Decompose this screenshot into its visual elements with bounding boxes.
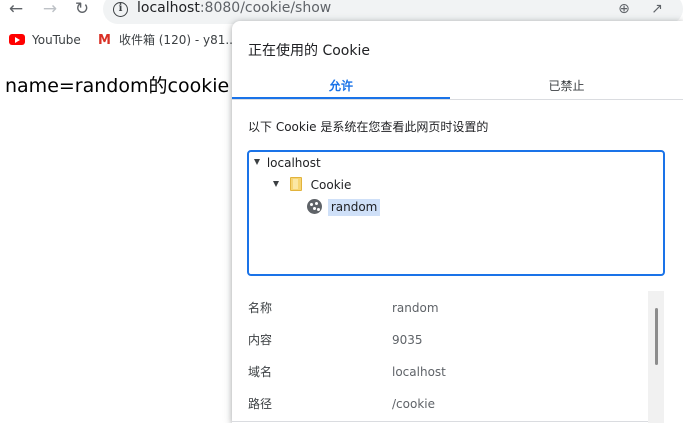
page-body-text: name=random的cookie (5, 75, 230, 97)
detail-key: 名称 (248, 301, 273, 315)
reload-icon[interactable]: ↻ (70, 0, 94, 20)
detail-value: localhost (392, 365, 446, 379)
expand-triangle-icon[interactable] (273, 181, 279, 187)
url-text[interactable]: localhost:8080/cookie/show (137, 0, 331, 16)
url-path: :8080/cookie/show (199, 0, 332, 16)
tab-blocked[interactable]: 已禁止 (450, 77, 683, 99)
expand-triangle-icon[interactable] (254, 159, 260, 165)
folder-icon (289, 177, 302, 191)
detail-value: /cookie (392, 397, 435, 411)
site-info-icon[interactable]: i (113, 2, 128, 17)
tree-node-cookie[interactable]: random (307, 198, 381, 218)
scrollbar-thumb[interactable] (655, 308, 658, 365)
cookies-in-use-dialog: 正在使用的 Cookie 允许 已禁止 以下 Cookie 是系统在您查看此网页… (232, 21, 683, 423)
bookmark-youtube[interactable]: YouTube (9, 32, 81, 50)
back-icon[interactable]: ← (4, 0, 28, 20)
dialog-title: 正在使用的 Cookie (248, 43, 370, 59)
tree-node-folder[interactable]: Cookie (273, 176, 351, 196)
detail-value: 9035 (392, 333, 423, 347)
cookie-tree[interactable]: localhost Cookie random (247, 150, 665, 276)
forward-icon[interactable]: → (38, 0, 62, 20)
cookies-description: 以下 Cookie 是系统在您查看此网页时设置的 (248, 120, 489, 134)
bookmark-label: 收件箱 (120) - y81... (118, 33, 237, 47)
detail-value: random (392, 301, 439, 315)
zoom-icon[interactable]: ⊕ (615, 0, 633, 18)
detail-key: 路径 (248, 397, 273, 411)
selected-cookie-label: random (327, 199, 381, 216)
tab-divider (232, 99, 683, 100)
url-host: localhost (137, 0, 200, 16)
details-divider (232, 421, 648, 422)
bookmark-label: YouTube (32, 33, 81, 47)
share-icon[interactable]: ↗ (648, 0, 666, 18)
tree-node-label: Cookie (310, 178, 352, 192)
detail-key: 内容 (248, 333, 273, 347)
tab-allowed[interactable]: 允许 (232, 77, 450, 99)
bookmark-gmail[interactable]: M 收件箱 (120) - y81... (98, 32, 237, 50)
details-scrollbar[interactable] (648, 291, 664, 423)
cookie-details: 名称 random 内容 9035 域名 localhost 路径 /cooki… (232, 290, 663, 423)
youtube-icon (9, 34, 25, 45)
gmail-icon: M (98, 33, 111, 48)
tree-node-site[interactable]: localhost (254, 154, 321, 174)
cookie-icon (307, 199, 322, 214)
tree-node-label: localhost (266, 156, 321, 170)
detail-key: 域名 (248, 365, 273, 379)
